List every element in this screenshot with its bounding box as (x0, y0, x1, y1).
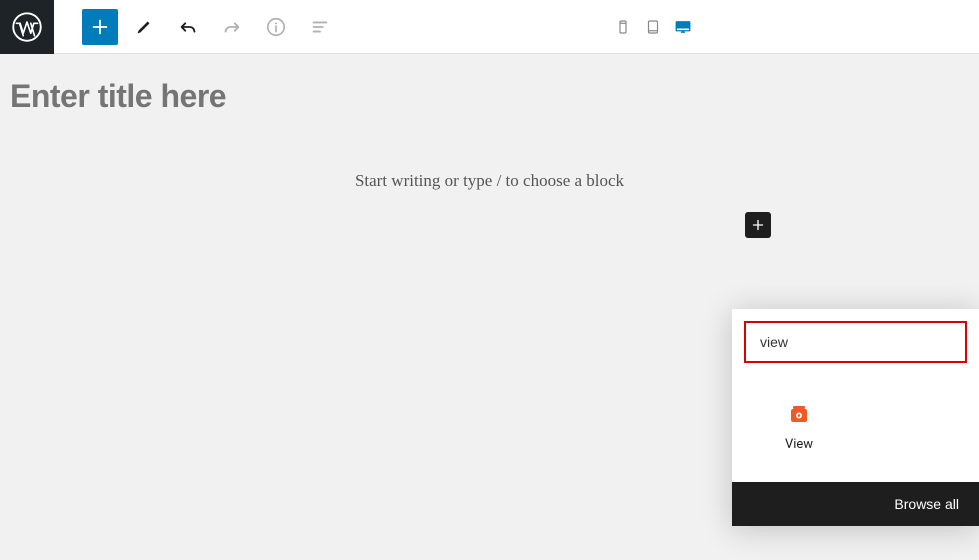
editor-canvas: Start writing or type / to choose a bloc… (0, 54, 979, 560)
outline-button[interactable] (302, 9, 338, 45)
post-title-input[interactable] (10, 78, 969, 115)
viewport-toggle (610, 14, 696, 40)
tablet-view-button[interactable] (640, 14, 666, 40)
block-result-label: View (785, 437, 813, 452)
mobile-icon (614, 18, 632, 36)
block-inserter-popover: View Browse all (732, 309, 979, 526)
plus-icon (89, 16, 111, 38)
redo-button (214, 9, 250, 45)
tools-button[interactable] (126, 9, 162, 45)
details-button[interactable] (258, 9, 294, 45)
block-search-input[interactable] (744, 321, 967, 363)
block-result-view[interactable]: View (744, 393, 854, 460)
list-icon (309, 16, 331, 38)
info-icon (265, 16, 287, 38)
view-block-icon (787, 401, 811, 425)
inline-add-block-button[interactable] (745, 212, 771, 238)
pencil-icon (133, 16, 155, 38)
wordpress-icon (12, 12, 42, 42)
wp-logo[interactable] (0, 0, 54, 54)
inserter-footer: Browse all (732, 482, 979, 526)
tablet-icon (644, 18, 662, 36)
undo-button[interactable] (170, 9, 206, 45)
editor-topbar (0, 0, 979, 54)
body-placeholder[interactable]: Start writing or type / to choose a bloc… (355, 171, 624, 191)
mobile-view-button[interactable] (610, 14, 636, 40)
toolbar-left (54, 9, 338, 45)
inserter-results: View (732, 375, 979, 482)
redo-icon (221, 16, 243, 38)
desktop-view-button[interactable] (670, 14, 696, 40)
body-row: Start writing or type / to choose a bloc… (10, 171, 969, 191)
inserter-search-wrap (732, 309, 979, 375)
undo-icon (177, 16, 199, 38)
desktop-icon (674, 18, 692, 36)
browse-all-button[interactable]: Browse all (894, 496, 959, 512)
plus-icon (749, 216, 767, 234)
add-block-button[interactable] (82, 9, 118, 45)
